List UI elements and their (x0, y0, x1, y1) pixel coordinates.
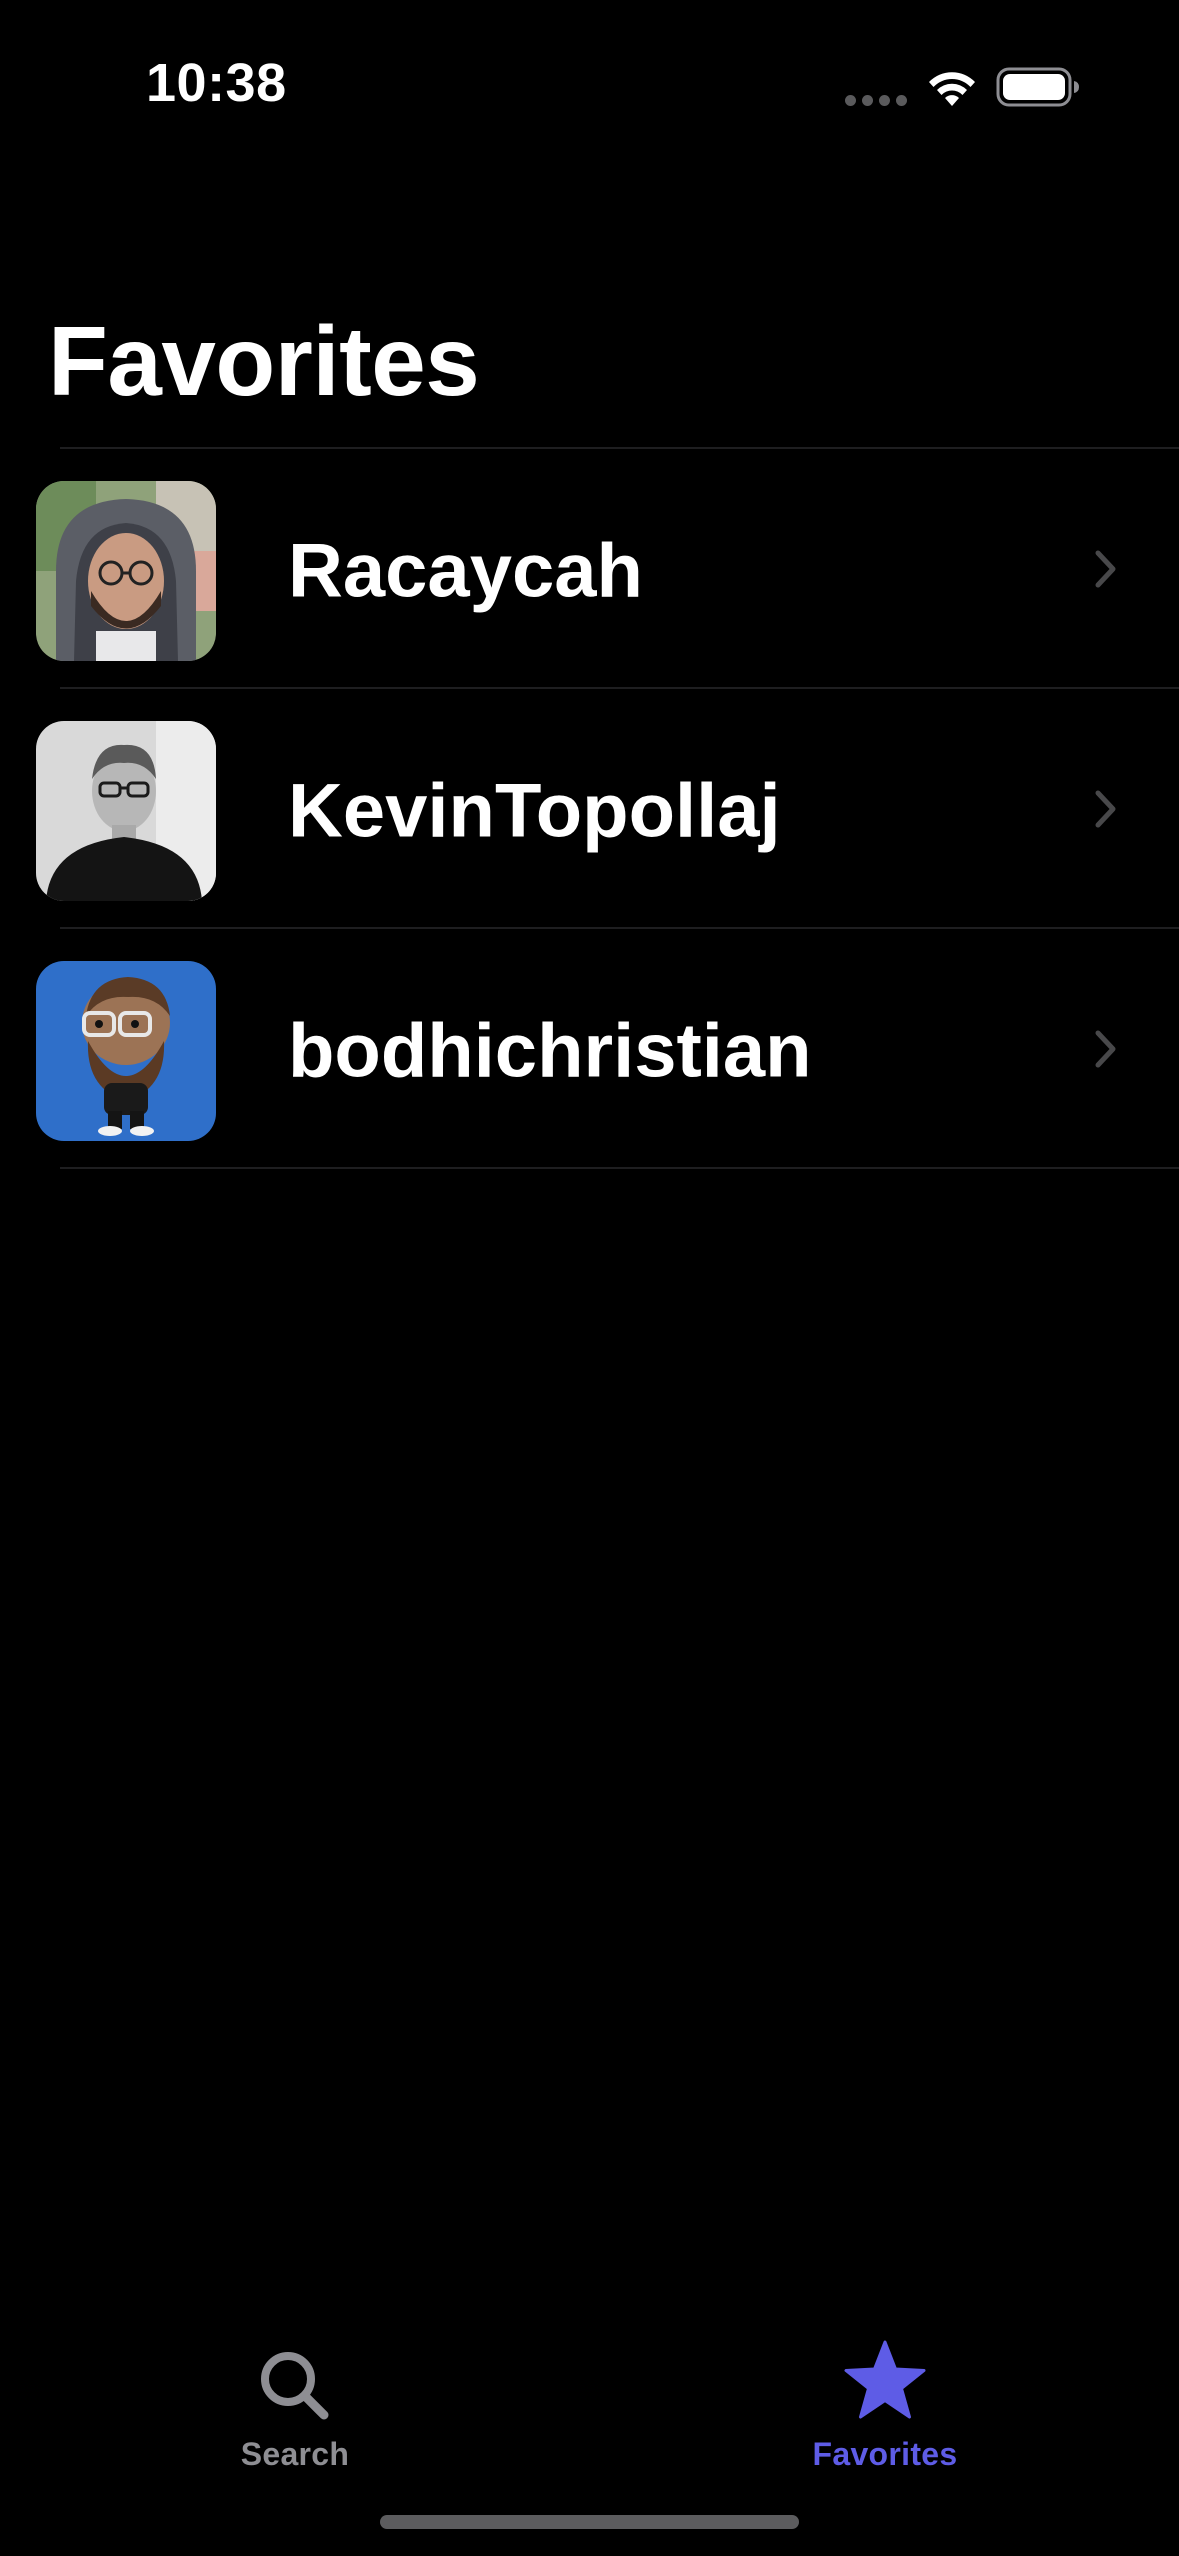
battery-icon (996, 67, 1079, 107)
home-indicator[interactable] (380, 2515, 799, 2529)
favorite-username: Racaycah (288, 528, 643, 614)
tab-search[interactable]: Search (145, 2320, 445, 2472)
page-title: Favorites (48, 306, 480, 416)
cellular-dots-icon (845, 95, 907, 107)
favorite-row-racaycah[interactable]: Racaycah (0, 449, 1179, 689)
avatar (36, 961, 216, 1141)
favorite-username: KevinTopollaj (288, 768, 781, 854)
favorite-row-bodhichristian[interactable]: bodhichristian (0, 929, 1179, 1169)
chevron-right-icon (1095, 1030, 1116, 1068)
list-divider (60, 1167, 1179, 1169)
status-time: 10:38 (146, 53, 287, 113)
star-icon (844, 2340, 926, 2419)
chevron-right-icon (1095, 550, 1116, 588)
magnifying-glass-icon (261, 2352, 329, 2420)
favorite-row-kevintopollaj[interactable]: KevinTopollaj (0, 689, 1179, 929)
favorite-username: bodhichristian (288, 1008, 812, 1094)
tab-label: Search (240, 2436, 350, 2472)
avatar (36, 721, 216, 901)
status-bar: 10:38 (0, 0, 1179, 150)
avatar (36, 481, 216, 661)
chevron-right-icon (1095, 790, 1116, 828)
tab-favorites[interactable]: Favorites (735, 2320, 1035, 2472)
wifi-icon (929, 72, 975, 106)
tab-label: Favorites (812, 2436, 958, 2472)
